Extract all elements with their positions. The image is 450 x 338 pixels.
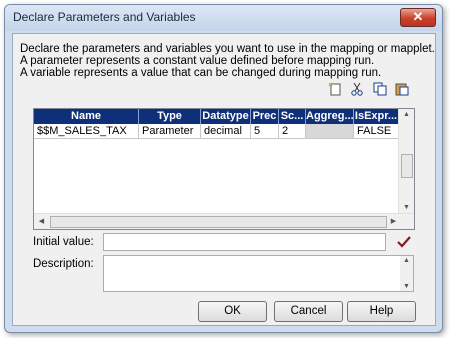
description-scroll-up-icon[interactable]: ▲	[400, 257, 413, 264]
description-scroll-down-icon[interactable]: ▼	[400, 283, 413, 290]
cancel-button[interactable]: Cancel	[274, 301, 343, 322]
instruction-line-3: A variable represents a value that can b…	[20, 67, 382, 79]
dialog-title: Declare Parameters and Variables	[13, 10, 196, 24]
column-header-type[interactable]: Type	[139, 109, 201, 124]
table-cell-scale[interactable]: 2	[279, 124, 306, 139]
column-header-scale[interactable]: Sc...	[279, 109, 306, 124]
scroll-left-arrow-icon[interactable]: ◀	[34, 217, 49, 225]
table-cell-isexpr[interactable]: FALSE	[354, 124, 399, 139]
grid-vertical-scrollbar[interactable]: ▲ ▼	[398, 109, 414, 213]
help-button[interactable]: Help	[347, 301, 416, 322]
validate-check-icon[interactable]	[396, 234, 412, 250]
column-header-aggregate[interactable]: Aggreg...	[306, 109, 354, 124]
new-icon[interactable]	[327, 82, 343, 98]
table-cell-name[interactable]: $$M_SALES_TAX	[34, 124, 139, 139]
ok-button[interactable]: OK	[198, 301, 267, 322]
title-bar: Declare Parameters and Variables ✕	[5, 5, 442, 31]
column-header-datatype[interactable]: Datatype	[201, 109, 251, 124]
copy-icon[interactable]	[372, 82, 388, 98]
column-header-name[interactable]: Name	[34, 109, 139, 124]
table-cell-aggregate	[306, 124, 354, 139]
close-button[interactable]: ✕	[400, 8, 436, 27]
horizontal-scroll-thumb[interactable]	[50, 216, 387, 228]
description-scrollbar[interactable]: ▲ ▼	[400, 256, 413, 291]
table-cell-datatype[interactable]: decimal	[201, 124, 251, 139]
column-header-isexpr[interactable]: IsExpr...	[354, 109, 399, 124]
scroll-thumb[interactable]	[401, 154, 413, 178]
parameters-grid[interactable]: Name Type Datatype Prec Sc... Aggreg... …	[33, 108, 415, 230]
grid-horizontal-scrollbar[interactable]: ◀ ▶	[34, 213, 414, 229]
description-textarea[interactable]: ▲ ▼	[103, 255, 414, 292]
initial-value-input[interactable]	[103, 233, 386, 251]
scroll-right-arrow-icon[interactable]: ▶	[386, 217, 401, 225]
description-label: Description:	[33, 258, 94, 270]
scroll-down-arrow-icon[interactable]: ▼	[399, 204, 414, 211]
cut-icon[interactable]	[349, 82, 365, 98]
column-header-prec[interactable]: Prec	[251, 109, 279, 124]
table-cell-prec[interactable]: 5	[251, 124, 279, 139]
initial-value-label: Initial value:	[33, 236, 94, 248]
paste-icon[interactable]	[394, 82, 410, 98]
scroll-up-arrow-icon[interactable]: ▲	[399, 111, 414, 118]
table-cell-type[interactable]: Parameter	[139, 124, 201, 139]
